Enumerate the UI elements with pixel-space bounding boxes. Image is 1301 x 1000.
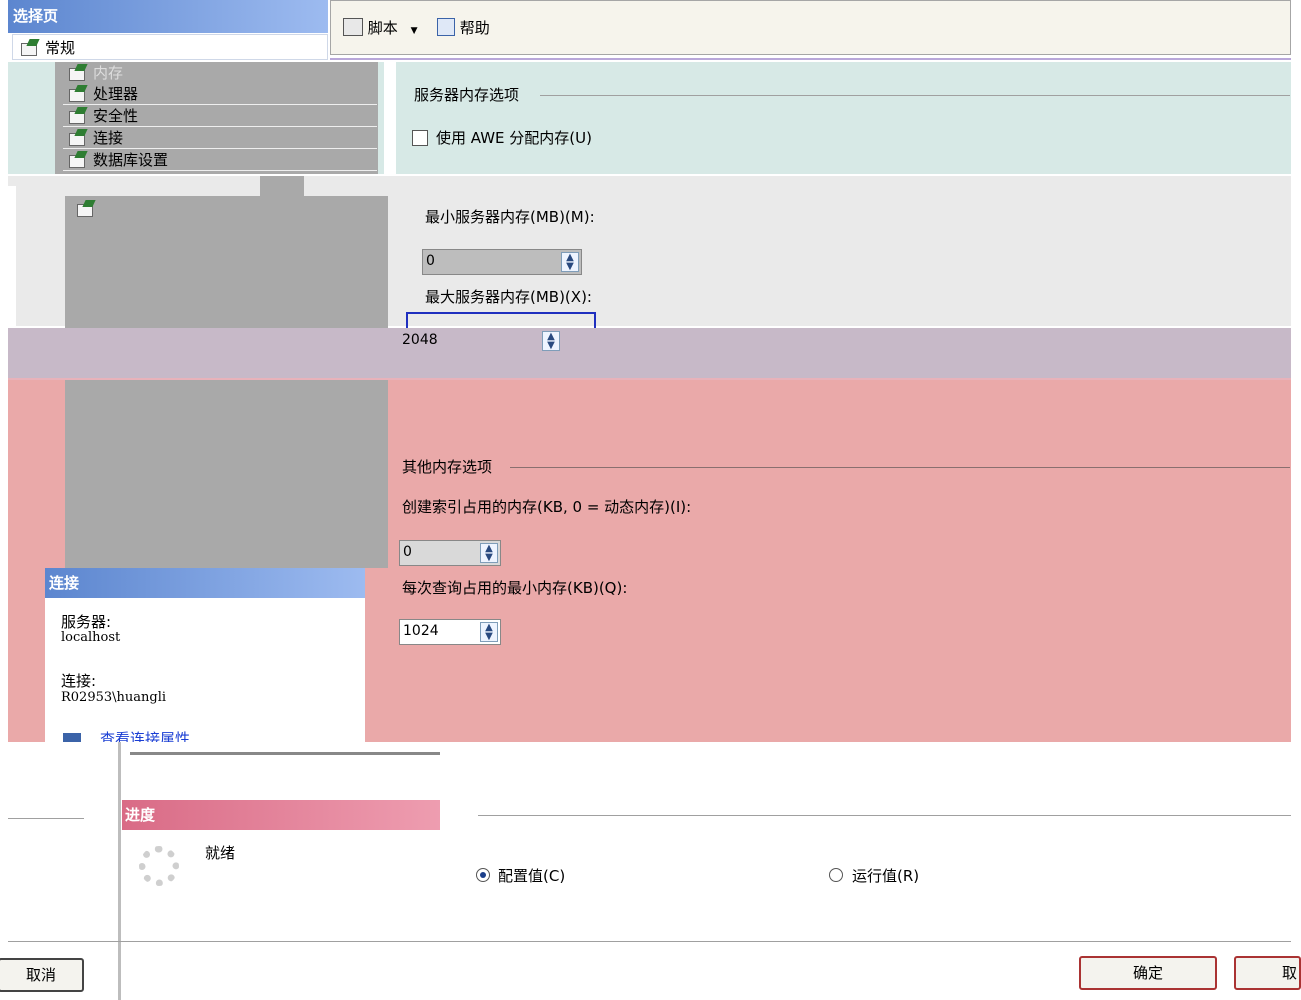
group-rule — [510, 467, 1290, 468]
page-icon — [21, 39, 39, 56]
script-label: 脚本 — [367, 19, 398, 37]
index-memory-label: 创建索引占用的内存(KB, 0 = 动态内存)(I): — [402, 498, 692, 516]
query-memory-input[interactable]: 1024 ▲ ▼ — [399, 619, 501, 645]
awe-checkbox[interactable] — [412, 130, 428, 146]
group-rule — [540, 95, 1290, 96]
view-connection-properties-link[interactable]: 查看连接属性 — [100, 728, 190, 742]
min-memory-label: 最小服务器内存(MB)(M): — [425, 208, 595, 226]
page-icon — [69, 107, 87, 124]
script-button[interactable]: 脚本 ▼ — [343, 17, 418, 38]
page-icon — [69, 64, 87, 81]
connection-title: 连接 — [49, 574, 80, 592]
running-value-label: 运行值(R) — [852, 867, 920, 885]
select-page-item-connection[interactable]: 连接 — [63, 127, 377, 149]
server-value: localhost — [61, 630, 121, 645]
min-memory-input[interactable]: 0 ▲ ▼ — [422, 249, 582, 275]
spin-updown-icon[interactable]: ▲ ▼ — [542, 331, 560, 351]
select-page-item-label: 处理器 — [93, 85, 139, 103]
query-memory-value: 1024 — [403, 623, 439, 639]
progress-spinner-icon — [139, 846, 179, 886]
focus-outline — [406, 312, 596, 328]
panel-splitter — [118, 742, 121, 1000]
toolbar: 脚本 ▼ 帮助 — [330, 0, 1291, 55]
configured-value-radio[interactable] — [476, 868, 490, 882]
progress-title: 进度 — [125, 806, 156, 824]
connection-label: 连接: — [61, 672, 97, 690]
script-icon — [343, 18, 363, 36]
page-icon — [69, 129, 87, 146]
index-memory-value: 0 — [403, 544, 412, 560]
select-page-item-label: 连接 — [93, 129, 124, 147]
toolbar-divider — [330, 58, 1291, 60]
progress-status: 就绪 — [205, 844, 236, 862]
spin-updown-icon[interactable]: ▲ ▼ — [480, 543, 498, 563]
select-page-item-memory[interactable]: 内存 — [63, 62, 377, 84]
page-icon — [69, 151, 87, 168]
help-icon — [437, 18, 455, 36]
connection-value: R02953\huangli — [61, 690, 167, 705]
max-memory-input[interactable]: 2048 ▲ ▼ — [398, 328, 563, 354]
splitter-rule — [130, 752, 440, 755]
spin-updown-icon[interactable]: ▲ ▼ — [561, 252, 579, 272]
properties-icon — [63, 733, 81, 742]
other-memory-group-title: 其他内存选项 — [402, 458, 493, 476]
scroll-fragment — [260, 176, 304, 198]
select-page-header: 选择页 — [8, 0, 328, 33]
cancel-button-right[interactable]: 取 — [1234, 956, 1301, 990]
select-page-item-label: 内存 — [93, 64, 124, 82]
left-panel-lower — [65, 380, 388, 568]
help-button[interactable]: 帮助 — [437, 17, 490, 38]
server-memory-group-title: 服务器内存选项 — [414, 86, 520, 104]
select-page-item-security[interactable]: 安全性 — [63, 105, 377, 127]
running-value-radio[interactable] — [829, 868, 843, 882]
awe-label: 使用 AWE 分配内存(U) — [436, 129, 592, 147]
select-page-item-label: 常规 — [45, 39, 76, 57]
page-icon — [69, 85, 87, 102]
dropdown-arrow-icon: ▼ — [410, 26, 418, 36]
help-label: 帮助 — [459, 19, 490, 37]
select-page-title: 选择页 — [13, 7, 59, 25]
right-rule — [478, 815, 1291, 816]
max-memory-label: 最大服务器内存(MB)(X): — [425, 288, 592, 306]
select-page-item-general[interactable]: 常规 — [12, 34, 328, 60]
min-memory-value: 0 — [426, 253, 435, 269]
panel-separator — [384, 62, 396, 174]
server-label: 服务器: — [61, 613, 112, 631]
spin-updown-icon[interactable]: ▲ ▼ — [480, 622, 498, 642]
select-page-item-label: 数据库设置 — [93, 151, 169, 169]
left-rule — [8, 818, 84, 819]
connection-header: 连接 — [45, 568, 365, 598]
select-page-list: 内存 处理器 安全性 连接 数据库设置 — [55, 62, 378, 174]
select-page-item-database-settings[interactable]: 数据库设置 — [63, 149, 377, 171]
select-page-item-label: 安全性 — [93, 107, 139, 125]
select-page-item-processor[interactable]: 处理器 — [63, 83, 377, 105]
page-icon — [77, 200, 95, 217]
ok-button[interactable]: 确定 — [1079, 956, 1217, 990]
progress-header: 进度 — [122, 800, 440, 830]
configured-value-label: 配置值(C) — [498, 867, 566, 885]
max-memory-band — [8, 328, 1291, 380]
cancel-button[interactable]: 取消 — [0, 958, 84, 992]
query-memory-label: 每次查询占用的最小内存(KB)(Q): — [402, 579, 628, 597]
footer-rule — [8, 941, 1291, 942]
max-memory-value: 2048 — [402, 332, 438, 348]
index-memory-input[interactable]: 0 ▲ ▼ — [399, 540, 501, 566]
